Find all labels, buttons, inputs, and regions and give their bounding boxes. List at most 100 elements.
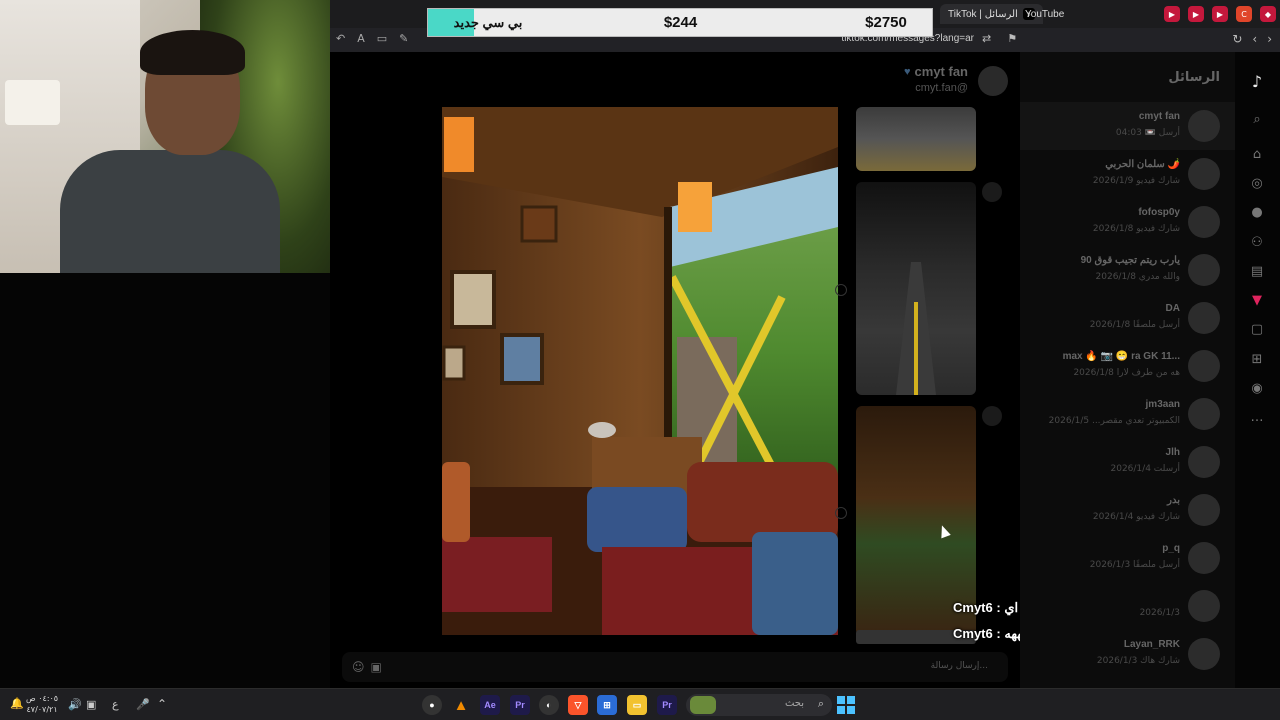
tiktok-nav: ♪ ⌕ ⌂ ◎ ● ⚇ ▤ ▼ ▢ ⊞ ◉ … [1235,52,1280,688]
home-icon[interactable]: ⌂ [1248,145,1266,163]
conversation-preview: أرسل ملصقًا 2026/1/8 [1089,320,1180,330]
obs-icon[interactable]: ● [422,695,442,715]
activity-icon[interactable]: ▼ [1248,291,1266,309]
youtube-icon[interactable]: ▶ [1212,6,1228,22]
webcam-person [60,30,280,273]
after-effects-icon[interactable]: Ae [480,695,500,715]
conversation-preview: هه من طرف لارا 2026/1/8 [1073,368,1180,378]
profile-icon[interactable]: ◉ [1248,379,1266,397]
emoji-icon[interactable]: ☺ [352,660,365,674]
messages-sidebar: الرسائل cmyt fan أرسل 📼 04:03 سلمان الحربي… [1020,52,1235,688]
premiere-icon[interactable]: Pr [510,695,530,715]
avatar [1188,542,1220,574]
windows-start-icon[interactable] [836,695,856,715]
reply-icon[interactable] [835,507,847,519]
pen-icon[interactable]: ✎ [399,32,408,45]
shared-photo[interactable] [442,107,838,635]
avatar [1188,494,1220,526]
conversation-item[interactable]: سلمان الحربي 🌶️ شارك فيديو 2026/1/9 [1020,150,1235,198]
messages-title: الرسائل [1168,70,1220,85]
more-icon[interactable]: … [1248,408,1266,426]
conversation-item[interactable]: بدر شارك فيديو 2026/1/4 [1020,486,1235,534]
conversation-item[interactable]: p_q أرسل ملصقًا 2026/1/3 [1020,534,1235,582]
input-language[interactable]: ع [112,698,119,711]
store-icon[interactable]: ⊞ [597,695,617,715]
conversation-name: max 🔥 📷 😁 ra GK 11... [1062,351,1180,362]
conversation-name: سلمان الحربي 🌶️ [1105,159,1180,170]
conversation-item[interactable]: 2026/1/3 [1020,582,1235,630]
youtube-icon[interactable]: ▶ [1188,6,1204,22]
tab-youtube[interactable]: YouTube [1025,4,1064,24]
windows-taskbar: 🔔 ٠٤:٠٥ ص ٤٧/٠٧/٢١ 🔊 ▣ ع 🎤 ⌃ ● ▲ Ae Pr ◐… [0,688,1280,720]
app-icon[interactable]: ◐ [539,695,559,715]
messages-icon[interactable]: ▢ [1248,320,1266,338]
friends-icon[interactable]: ⚇ [1248,233,1266,251]
volume-icon[interactable]: 🔊 [68,698,82,711]
reply-icon[interactable] [835,284,847,296]
chat-avatar[interactable] [978,66,1008,96]
following-icon[interactable]: ● [1248,203,1266,221]
brave-icon[interactable]: ▽ [568,695,588,715]
conversation-item[interactable]: DA أرسل ملصقًا 2026/1/8 [1020,294,1235,342]
conversation-name: Layan_RRK [1123,639,1180,650]
conversation-item[interactable]: Jlh أرسلت 2026/1/4 [1020,438,1235,486]
conversation-name: cmyt fan [1138,111,1180,122]
search-icon[interactable]: ⌕ [1248,110,1266,128]
chat-panel: ♥ cmyt fan cmyt.fan@ ☺ ▣ إرسال رسالة... [330,52,1020,688]
translate-icon[interactable]: A [357,32,365,45]
taskbar-clock[interactable]: ٠٤:٠٥ ص ٤٧/٠٧/٢١ [26,693,58,715]
conversation-item[interactable]: يارب ريتم تجيب قوق 90 والله مدري 2026/1/8 [1020,246,1235,294]
vlc-icon[interactable]: ▲ [451,695,471,715]
youtube-icon[interactable]: ▶ [1164,6,1180,22]
microphone-icon[interactable]: 🎤 [136,698,150,711]
extension-icon[interactable]: ◆ [1260,6,1276,22]
premiere-icon[interactable]: Pr [657,695,677,715]
avatar [1188,446,1220,478]
shared-photo-thumb[interactable] [856,107,976,171]
conversation-preview: شارك فيديو 2026/1/9 [1092,176,1180,186]
forward-icon[interactable]: › [1267,32,1272,46]
file-explorer-icon[interactable]: ▭ [627,695,647,715]
goal-label: بي سي جديد [453,14,523,30]
live-icon[interactable]: ▤ [1248,262,1266,280]
avatar [1188,350,1220,382]
notification-icon[interactable]: 🔔 [10,697,24,710]
extension-icons: ▶ ▶ ▶ C ◆ [1164,6,1276,22]
message-input[interactable]: ☺ ▣ إرسال رسالة... [342,652,1008,682]
avatar [1188,110,1220,142]
conversation-item[interactable]: jm3aan الكمبيوتر تعدي مقصر... 2026/1/5 [1020,390,1235,438]
screen-icon[interactable]: ▭ [377,32,387,45]
conversation-preview: أرسل 📼 04:03 [1115,128,1180,138]
sender-avatar [982,406,1002,426]
site-settings-icon[interactable]: ⇄ [982,32,991,45]
bookmark-icon[interactable]: ⚑ [1007,32,1017,45]
nav-buttons: ↻ ‹ › [1232,32,1272,46]
taskbar-search[interactable]: بحث ⌕ [686,694,832,716]
sender-avatar [982,182,1002,202]
network-icon[interactable]: ▣ [86,698,96,711]
shared-photo-thumb[interactable] [856,182,976,395]
conversation-item[interactable]: max 🔥 📷 😁 ra GK 11... هه من طرف لارا 2026… [1020,342,1235,390]
image-icon[interactable]: ▣ [371,660,382,674]
tiktok-logo-icon[interactable]: ♪ [1248,72,1266,91]
back-icon[interactable]: ‹ [1252,32,1257,46]
donation-goal-banner: بي سي جديد $244 $2750 [427,8,933,37]
chat-header-name[interactable]: ♥ cmyt fan [904,64,968,79]
undo-icon[interactable]: ↶ [336,32,345,45]
conversation-name: DA [1165,303,1180,314]
conversation-preview: والله مدري 2026/1/8 [1095,272,1180,282]
conversation-item[interactable]: fofosp0y شارك فيديو 2026/1/8 [1020,198,1235,246]
tray-expand-icon[interactable]: ⌃ [157,697,167,711]
upload-icon[interactable]: ⊞ [1248,350,1266,368]
webcam-lamp [5,80,60,125]
tab-tiktok-label: TikTok | الرسائل [948,8,1018,20]
extension-icon[interactable]: C [1236,6,1252,22]
reload-icon[interactable]: ↻ [1232,32,1242,46]
explore-icon[interactable]: ◎ [1248,174,1266,192]
screen: TikTok | الرسائل ♪ YouTube ▶ ▶ ▶ C ◆ ↶ A… [0,0,1280,720]
conversation-name: Jlh [1165,447,1180,458]
conversation-item[interactable]: Layan_RRK شارك هاك 2026/1/3 [1020,630,1235,678]
conversation-item[interactable]: cmyt fan أرسل 📼 04:03 [1020,102,1235,150]
browser-tools: ↶ A ▭ ✎ [336,32,408,45]
conversation-preview: شارك فيديو 2026/1/4 [1092,512,1180,522]
